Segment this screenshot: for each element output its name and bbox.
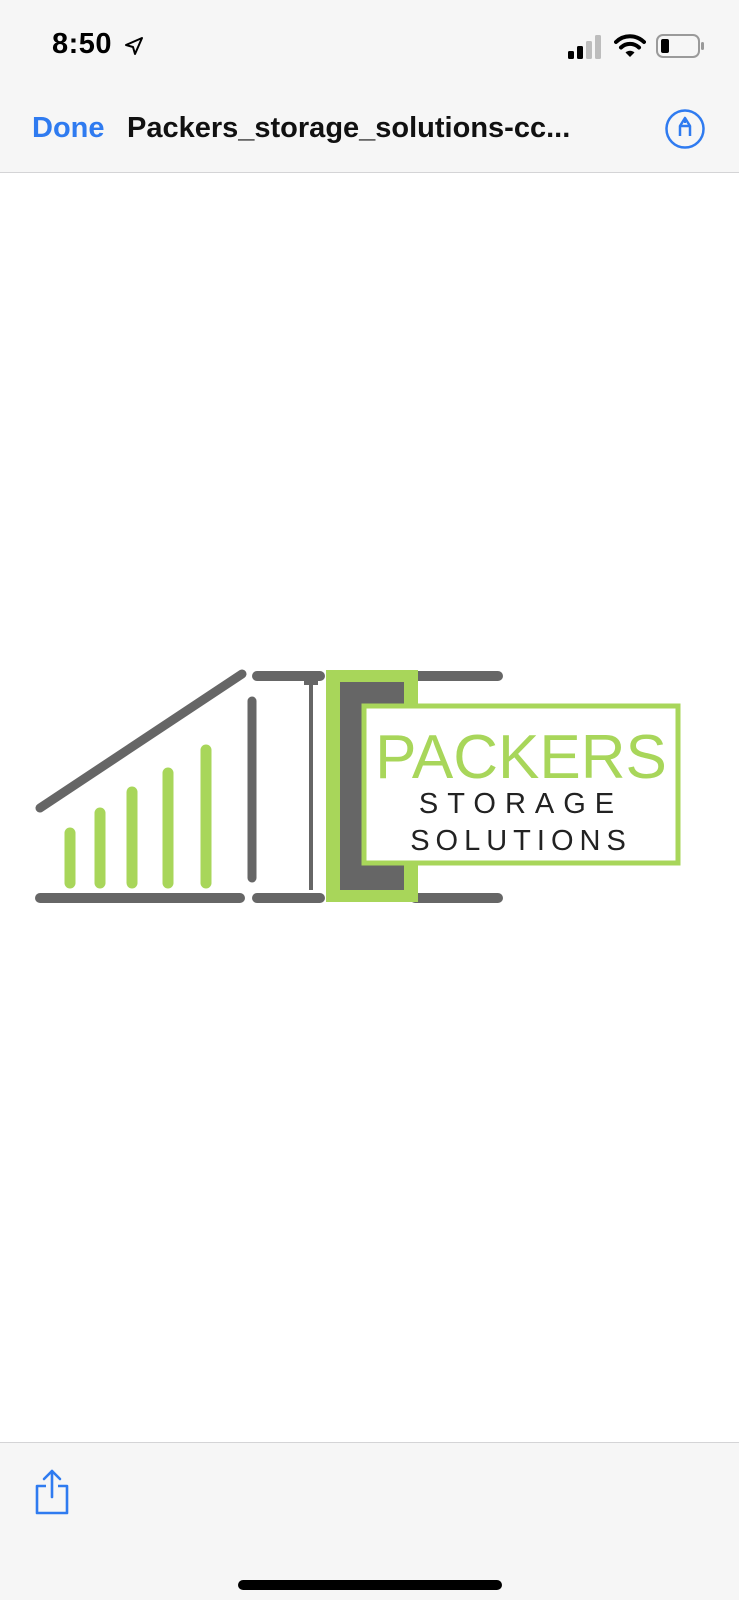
wifi-icon (614, 34, 646, 57)
done-button[interactable]: Done (32, 112, 105, 145)
logo-roof-line (35, 669, 247, 813)
document-title: Packers_storage_solutions-cc... (127, 112, 571, 144)
markup-pen-icon (665, 109, 705, 149)
bottom-toolbar (0, 1442, 739, 1600)
markup-button[interactable] (664, 108, 706, 150)
share-icon (35, 1469, 69, 1515)
logo-line-solutions: SOLUTIONS (410, 825, 632, 857)
cellular-signal-icon (568, 35, 601, 59)
image-preview-area: PACKERS STORAGE SOLUTIONS (0, 173, 739, 1442)
status-time: 8:50 (52, 28, 113, 60)
home-indicator[interactable] (238, 1580, 502, 1590)
status-bar: 8:50 (0, 0, 739, 92)
battery-icon (656, 34, 704, 58)
packers-storage-logo: PACKERS STORAGE SOLUTIONS (35, 669, 681, 903)
location-arrow-icon (125, 37, 143, 55)
share-button[interactable] (32, 1467, 72, 1517)
navigation-bar: Done Packers_storage_solutions-cc... (0, 92, 739, 173)
logo-brand-word: PACKERS (375, 723, 667, 792)
quicklook-preview-screen: 8:50 Done Packers_storage_solutions-cc..… (0, 0, 739, 1600)
logo-line-storage: STORAGE (419, 788, 623, 820)
